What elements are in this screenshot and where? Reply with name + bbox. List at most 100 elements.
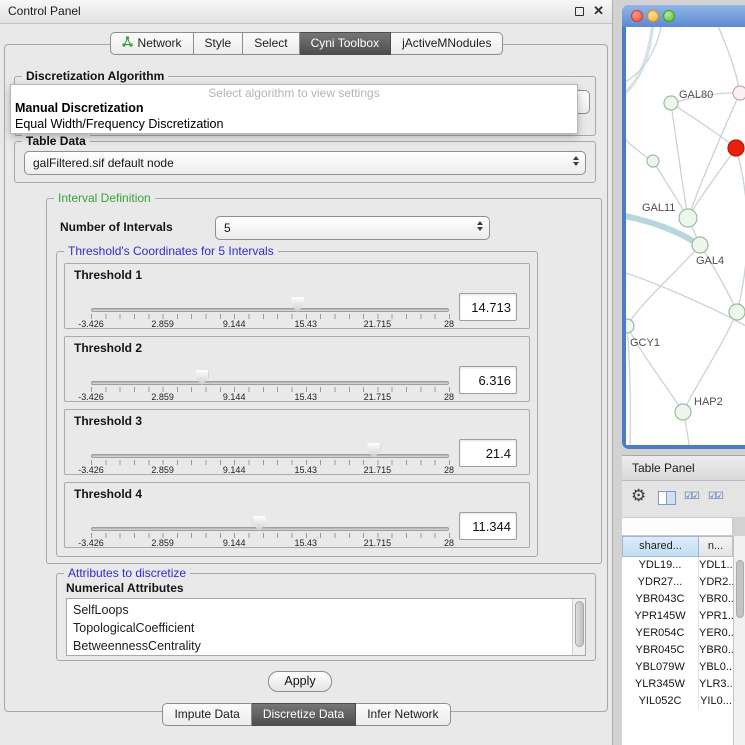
tab-network[interactable]: Network [110, 32, 194, 55]
column-header-name[interactable]: n... [699, 536, 733, 557]
numerical-attribute-item[interactable]: BetweennessCentrality [67, 637, 585, 655]
list-scrollbar[interactable] [572, 599, 585, 655]
minimize-traffic-light-icon[interactable] [647, 10, 659, 22]
slider-scale-label: 9.144 [223, 465, 246, 475]
dropdown-option-equal-width-frequency[interactable]: Equal Width/Frequency Discretization [15, 117, 223, 131]
slider[interactable] [91, 443, 449, 459]
tab-discretize-data[interactable]: Discretize Data [252, 703, 356, 726]
network-node[interactable] [679, 209, 697, 227]
table-row[interactable]: YER054CYER0... [622, 625, 733, 642]
table-cell[interactable]: YLR345W [622, 676, 699, 693]
tab-jactivemnodules[interactable]: jActiveMNodules [391, 32, 503, 55]
slider-scale-label: 2.859 [151, 392, 174, 402]
network-node[interactable] [664, 96, 678, 110]
tab-impute-data[interactable]: Impute Data [162, 703, 251, 726]
table-cell[interactable]: YBR0... [699, 591, 733, 608]
network-node[interactable] [626, 319, 634, 333]
select-columns-icon[interactable]: ☑☑ [684, 491, 698, 502]
slider-scale: -3.4262.8599.14415.4321.71528 [91, 465, 449, 476]
network-node[interactable] [729, 304, 745, 320]
table-cell[interactable]: YBL079W [622, 659, 699, 676]
tab-style[interactable]: Style [194, 32, 244, 55]
slider[interactable] [91, 370, 449, 386]
columns-icon[interactable] [658, 491, 676, 505]
table-row[interactable]: YBR045CYBR0... [622, 642, 733, 659]
table-body[interactable]: YDL19...YDL1...YDR27...YDR2...YBR043CYBR… [622, 557, 733, 745]
threshold-value-input[interactable] [459, 293, 517, 321]
window-title: Control Panel [8, 0, 81, 23]
table-data-combobox[interactable]: galFiltered.sif default node [24, 151, 586, 175]
numerical-attributes-list[interactable]: SelfLoopsTopologicalCoefficientBetweenne… [66, 598, 586, 656]
table-row[interactable]: YDR27...YDR2... [622, 574, 733, 591]
tab-select[interactable]: Select [243, 32, 299, 55]
table-row[interactable]: YIL052CYIL0... [622, 693, 733, 710]
table-cell[interactable]: YDR2... [699, 574, 733, 591]
network-node-selected[interactable] [728, 140, 744, 156]
tab-infer-network[interactable]: Infer Network [356, 703, 450, 726]
network-node[interactable] [692, 237, 708, 253]
table-cell[interactable]: YIL0... [699, 693, 733, 710]
network-icon [122, 33, 133, 54]
table-row[interactable]: YPR145WYPR1... [622, 608, 733, 625]
slider-thumb[interactable] [253, 516, 266, 531]
slider-scale-label: -3.426 [78, 392, 104, 402]
table-scrollbar[interactable] [733, 536, 745, 745]
table-cell[interactable]: YBL0... [699, 659, 733, 676]
slider-scale-label: 9.144 [223, 319, 246, 329]
table-cell[interactable]: YPR145W [622, 608, 699, 625]
network-node[interactable] [675, 404, 691, 420]
numerical-attribute-item[interactable]: TopologicalCoefficient [67, 619, 585, 637]
table-cell[interactable]: YBR0... [699, 642, 733, 659]
network-node[interactable] [647, 155, 659, 167]
gear-icon[interactable]: ⚙ [631, 487, 646, 504]
threshold-value-input[interactable] [459, 366, 517, 394]
threshold-value-input[interactable] [459, 512, 517, 540]
table-cell[interactable]: YER0... [699, 625, 733, 642]
close-icon[interactable]: ✕ [593, 3, 604, 19]
table-cell[interactable]: YBR043C [622, 591, 699, 608]
numerical-attribute-item[interactable]: SelfLoops [67, 601, 585, 619]
slider-thumb[interactable] [291, 297, 304, 312]
zoom-traffic-light-icon[interactable] [663, 10, 675, 22]
scrollbar-thumb[interactable] [736, 560, 744, 618]
network-node[interactable] [733, 86, 745, 100]
table-cell[interactable]: YBR045C [622, 642, 699, 659]
slider[interactable] [91, 297, 449, 313]
close-traffic-light-icon[interactable] [631, 10, 643, 22]
table-edit-strip[interactable] [622, 517, 733, 536]
table-row[interactable]: YBL079WYBL0... [622, 659, 733, 676]
dropdown-option-manual-discretization[interactable]: Manual Discretization [15, 101, 144, 115]
table-cell[interactable]: YLR3... [699, 676, 733, 693]
tab-label: jActiveMNodules [402, 33, 491, 54]
table-panel-title: Table Panel [632, 456, 695, 480]
threshold-1-panel: Threshold 1 -3.4262.8599.14415.4321.7152… [64, 263, 530, 329]
table-row[interactable]: YDL19...YDL1... [622, 557, 733, 574]
table-row[interactable]: YBR043CYBR0... [622, 591, 733, 608]
column-header-shared-name[interactable]: shared... [622, 536, 699, 557]
slider-thumb[interactable] [195, 370, 208, 385]
tab-cyni-toolbox[interactable]: Cyni Toolbox [300, 32, 391, 55]
table-cell[interactable]: YDL19... [622, 557, 699, 574]
slider-thumb[interactable] [367, 443, 380, 458]
select-rows-icon[interactable]: ☑☑ [708, 491, 722, 502]
slider-scale-label: 28 [444, 319, 454, 329]
threshold-value-input[interactable] [459, 439, 517, 467]
combobox-value: 5 [224, 217, 231, 239]
number-of-intervals-combobox[interactable]: 5 [215, 216, 490, 240]
table-cell[interactable]: YPR1... [699, 608, 733, 625]
scrollbar-thumb[interactable] [575, 601, 584, 647]
node-label: HAP2 [694, 396, 723, 408]
slider[interactable] [91, 516, 449, 532]
table-cell[interactable]: YDR27... [622, 574, 699, 591]
table-row[interactable]: YLR345WYLR3... [622, 676, 733, 693]
threshold-2-panel: Threshold 2 -3.4262.8599.14415.4321.7152… [64, 336, 530, 402]
algorithm-dropdown-list: Select algorithm to view settings Manual… [10, 84, 578, 134]
network-window-titlebar[interactable] [622, 5, 745, 27]
apply-button[interactable]: Apply [268, 671, 332, 692]
table-cell[interactable]: YDL1... [699, 557, 733, 574]
table-cell[interactable]: YER054C [622, 625, 699, 642]
number-of-intervals-label: Number of Intervals [60, 220, 173, 234]
float-window-icon[interactable] [575, 7, 584, 16]
network-canvas[interactable]: GAL80 GAL11 GAL4 GCY1 HAP2 [626, 27, 745, 445]
table-cell[interactable]: YIL052C [622, 693, 699, 710]
